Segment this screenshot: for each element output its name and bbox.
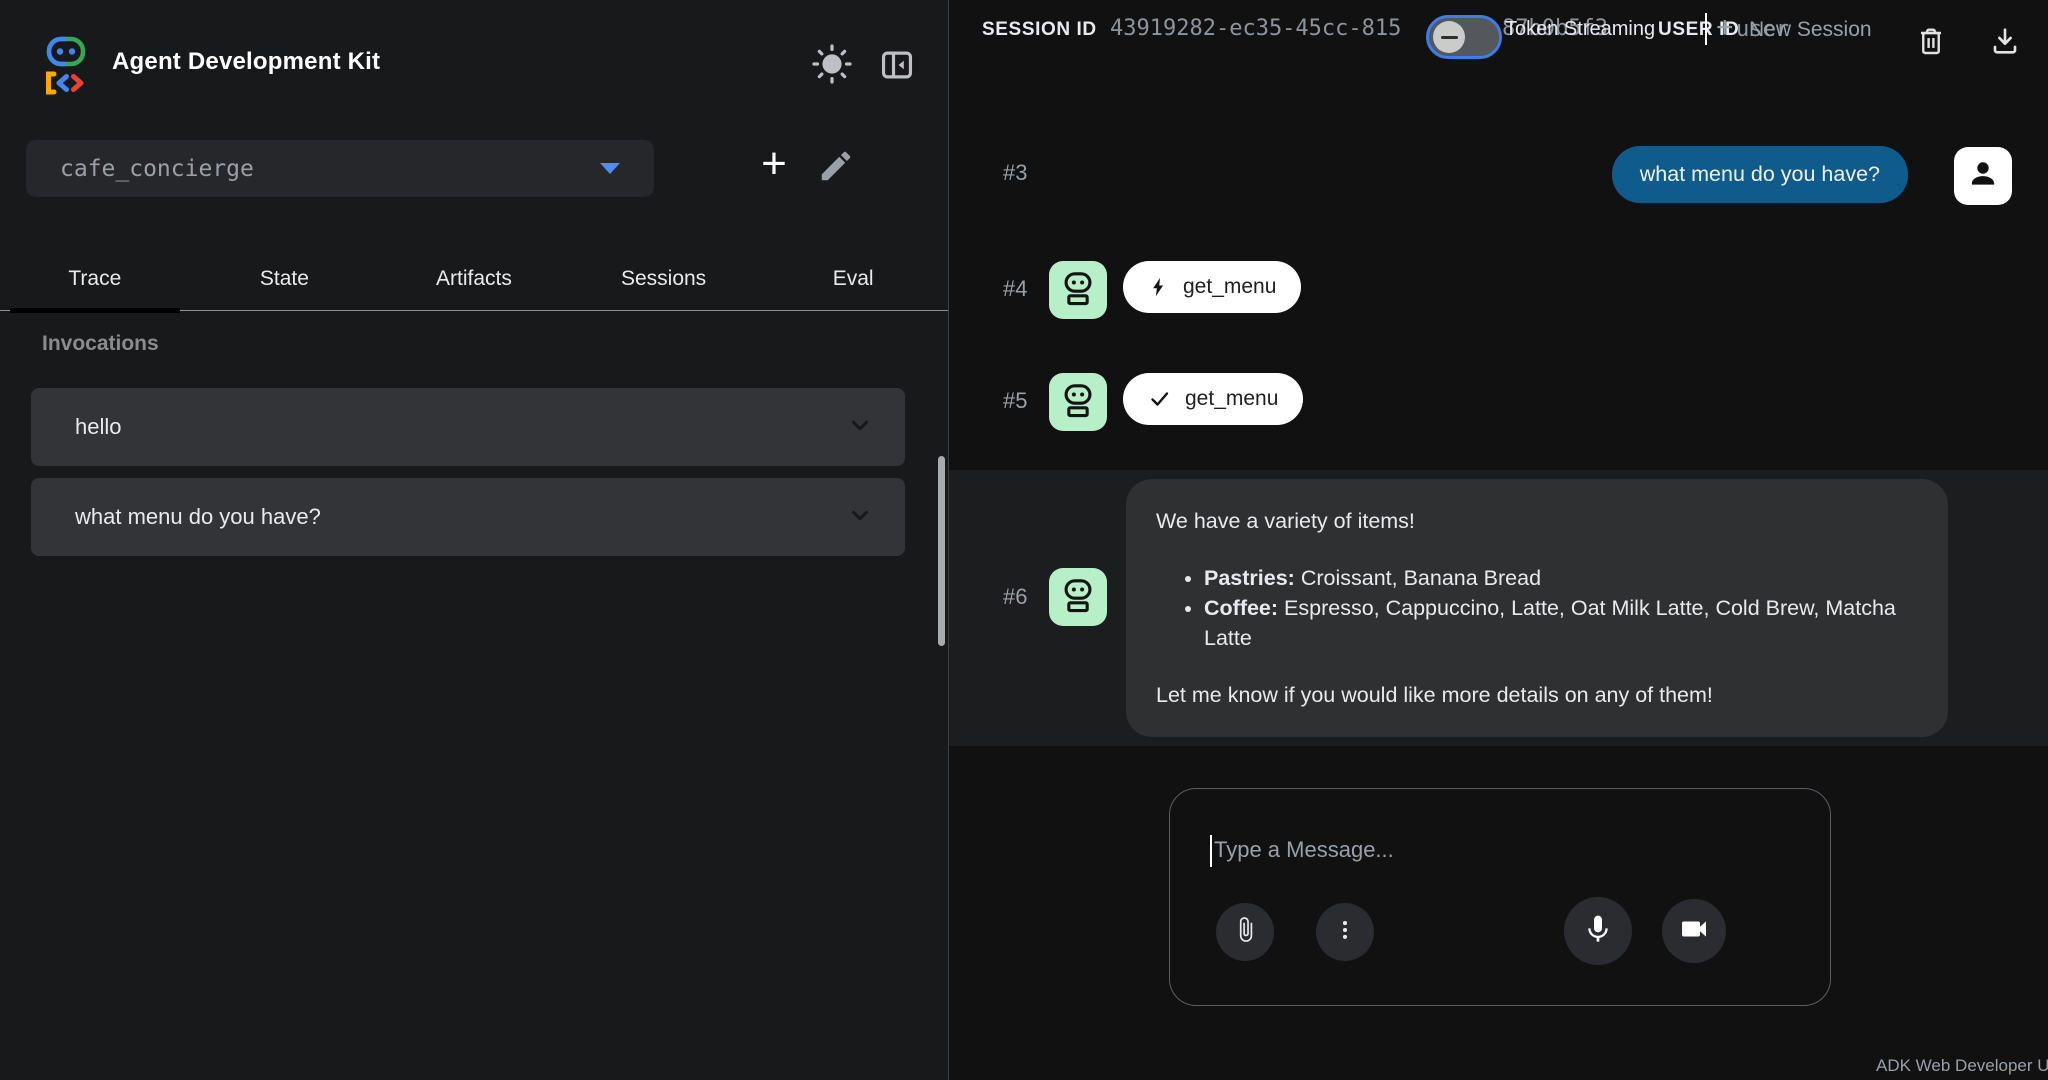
agent-select-dropdown[interactable]: cafe_concierge xyxy=(26,140,654,197)
chevron-down-icon xyxy=(600,163,620,174)
tool-result-chip[interactable]: get_menu xyxy=(1123,373,1303,425)
delete-session-button[interactable] xyxy=(1912,22,1950,60)
user-message-bubble[interactable]: what menu do you have? xyxy=(1612,146,1908,203)
add-session-button[interactable]: + xyxy=(748,138,800,190)
person-icon xyxy=(1965,156,2001,197)
new-session-button[interactable]: New Session xyxy=(1749,18,1872,42)
toggle-thumb xyxy=(1433,21,1465,53)
microphone-icon xyxy=(1582,913,1614,950)
message-outro: Let me know if you would like more detai… xyxy=(1156,680,1918,710)
text-cursor xyxy=(1705,13,1707,45)
token-streaming-toggle[interactable] xyxy=(1426,15,1502,59)
agent-select-value: cafe_concierge xyxy=(60,156,254,182)
tool-name: get_menu xyxy=(1185,387,1278,411)
event-id[interactable]: #4 xyxy=(1003,276,1027,302)
session-toolbar: SESSION ID 43919282-ec35-45cc-815 87b0b5… xyxy=(949,0,2048,76)
tab-state[interactable]: State xyxy=(190,248,380,310)
tab-trace[interactable]: Trace xyxy=(0,248,190,310)
token-streaming-label: Token Streaming xyxy=(1505,18,1655,41)
message-intro: We have a variety of items! xyxy=(1156,506,1918,536)
session-id-value: 43919282-ec35-45cc-815 xyxy=(1110,16,1401,41)
trash-icon xyxy=(1915,25,1947,57)
tab-artifacts[interactable]: Artifacts xyxy=(379,248,569,310)
collapse-sidebar-button[interactable] xyxy=(876,44,918,86)
invocation-item-hello[interactable]: hello xyxy=(31,388,905,466)
attach-file-button[interactable] xyxy=(1216,903,1274,961)
invocations-heading: Invocations xyxy=(42,332,159,356)
edit-agent-button[interactable] xyxy=(812,142,860,190)
event-id[interactable]: #5 xyxy=(1003,388,1027,414)
event-id[interactable]: #3 xyxy=(1003,160,1027,186)
bot-avatar xyxy=(1049,373,1107,431)
invocation-label: hello xyxy=(75,414,121,440)
chevron-down-icon xyxy=(847,412,873,443)
menu-bullet: Coffee: Espresso, Cappuccino, Latte, Oat… xyxy=(1204,593,1918,653)
invocation-label: what menu do you have? xyxy=(75,504,321,530)
bot-avatar xyxy=(1049,568,1107,626)
session-id-label: SESSION ID xyxy=(982,19,1097,41)
more-options-button[interactable] xyxy=(1316,903,1374,961)
download-icon xyxy=(1989,25,2021,57)
bot-avatar xyxy=(1049,261,1107,319)
bullet-text: Espresso, Cappuccino, Latte, Oat Milk La… xyxy=(1204,596,1896,650)
robot-icon xyxy=(1056,378,1100,427)
bullet-label: Pastries: xyxy=(1204,566,1295,590)
menu-list: Pastries: Croissant, Banana Bread Coffee… xyxy=(1156,563,1918,653)
adk-logo-icon xyxy=(34,30,98,101)
microphone-button[interactable] xyxy=(1564,897,1632,965)
tab-sessions[interactable]: Sessions xyxy=(569,248,759,310)
robot-icon xyxy=(1056,266,1100,315)
sidebar: Agent Development Kit cafe_concierge + T… xyxy=(0,0,948,1080)
bullet-text: Croissant, Banana Bread xyxy=(1295,566,1541,590)
lightning-bolt-icon xyxy=(1148,276,1170,298)
user-avatar xyxy=(1954,147,2012,205)
text-cursor xyxy=(1210,835,1212,867)
collapse-panel-icon xyxy=(878,46,916,84)
robot-icon xyxy=(1056,573,1100,622)
more-vert-icon xyxy=(1332,917,1358,948)
event-id[interactable]: #6 xyxy=(1003,584,1027,610)
checkmark-icon xyxy=(1148,387,1172,411)
tool-name: get_menu xyxy=(1183,275,1276,299)
theme-toggle-button[interactable] xyxy=(806,38,858,90)
video-call-button[interactable] xyxy=(1662,899,1726,963)
paperclip-icon xyxy=(1232,916,1259,948)
adk-web-ui: Agent Development Kit cafe_concierge + T… xyxy=(0,0,2048,1080)
export-session-button[interactable] xyxy=(1986,22,2024,60)
chevron-down-icon xyxy=(847,502,873,533)
pencil-icon xyxy=(817,147,855,185)
sidebar-tabs: Trace State Artifacts Sessions Eval xyxy=(0,248,948,311)
video-camera-icon xyxy=(1678,913,1710,950)
plus-icon: + xyxy=(1716,11,1734,45)
invocation-item-menu[interactable]: what menu do you have? xyxy=(31,478,905,556)
tab-eval[interactable]: Eval xyxy=(758,248,948,310)
app-title: Agent Development Kit xyxy=(112,48,380,76)
bullet-label: Coffee: xyxy=(1204,596,1278,620)
tool-call-chip[interactable]: get_menu xyxy=(1123,261,1301,313)
menu-bullet: Pastries: Croissant, Banana Bread xyxy=(1204,563,1918,593)
sidebar-scrollbar[interactable] xyxy=(938,456,945,646)
minus-icon xyxy=(1441,36,1458,39)
message-input[interactable]: Type a Message... xyxy=(1169,788,1831,1006)
message-input-placeholder: Type a Message... xyxy=(1214,837,1394,863)
sun-icon xyxy=(809,41,855,87)
app-footer-label: ADK Web Developer UI xyxy=(1876,1056,2048,1076)
bot-message-bubble[interactable]: We have a variety of items! Pastries: Cr… xyxy=(1126,479,1948,737)
